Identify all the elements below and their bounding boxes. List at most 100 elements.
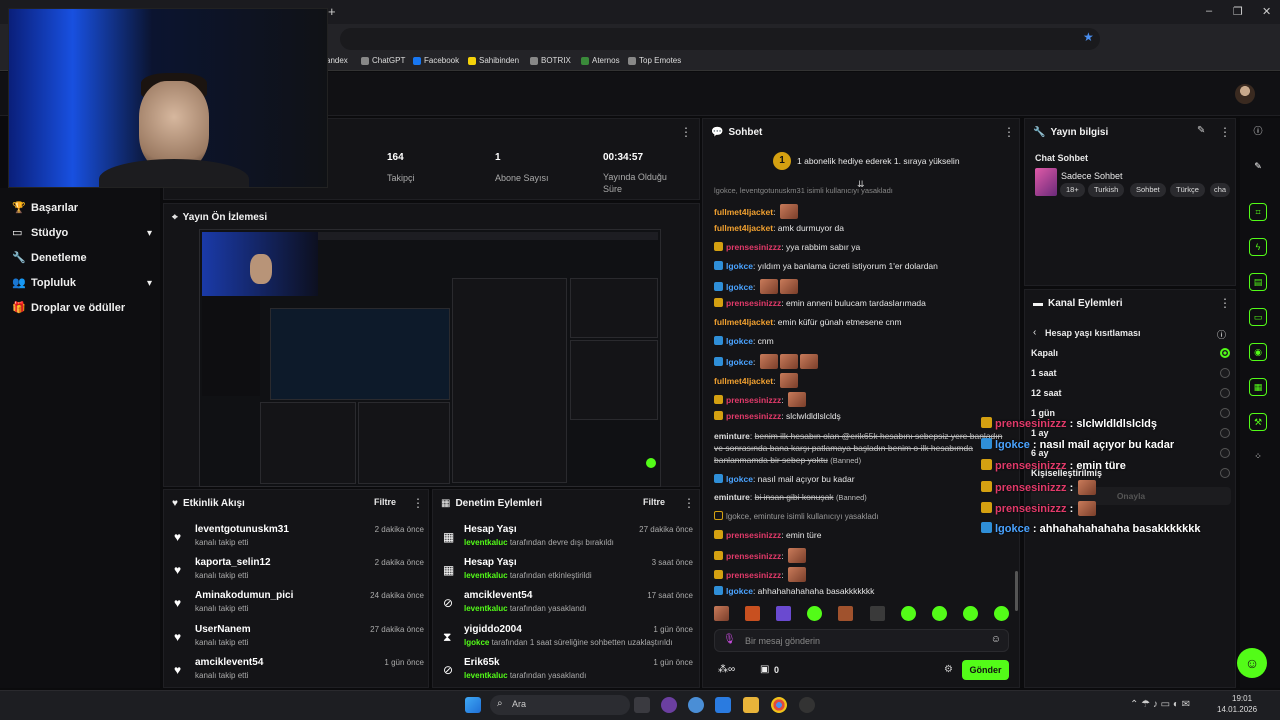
more-options-icon[interactable]: ⋮ xyxy=(412,496,424,510)
crown-badge-icon xyxy=(981,459,992,470)
chrome-icon[interactable] xyxy=(771,697,787,713)
emote-picker-row xyxy=(714,606,1009,624)
sidebar-item-studio[interactable]: ▭ Stüdyo ▾ xyxy=(12,227,152,239)
store-icon[interactable] xyxy=(715,697,731,713)
option-label[interactable]: 1 saat xyxy=(1031,368,1057,378)
radio-selected[interactable] xyxy=(1220,348,1230,358)
bookmark[interactable]: ChatGPT xyxy=(361,56,405,65)
close-window-button[interactable]: ✕ xyxy=(1262,5,1271,18)
settings-icon[interactable] xyxy=(688,697,704,713)
radio[interactable] xyxy=(1220,448,1230,458)
windows-start-icon[interactable] xyxy=(465,697,481,713)
emote-button[interactable] xyxy=(900,606,916,621)
emote xyxy=(1078,480,1097,495)
minimize-button[interactable]: – xyxy=(1206,5,1212,17)
option-label[interactable]: Kapalı xyxy=(1031,348,1058,358)
gift-icon[interactable]: ▣ xyxy=(760,664,769,675)
chat-bubble-icon[interactable]: ▭ xyxy=(1249,308,1267,326)
wrench-icon[interactable]: ⚒ xyxy=(1249,413,1267,431)
bookmark[interactable]: BOTRIX xyxy=(530,56,571,65)
radio[interactable] xyxy=(1220,408,1230,418)
more-options-icon[interactable]: ⋮ xyxy=(1219,125,1231,139)
more-options-icon[interactable]: ⋮ xyxy=(1003,125,1015,139)
nodes-icon[interactable]: ⁘ xyxy=(1249,448,1267,466)
tag-chip[interactable]: Turkish xyxy=(1088,183,1125,197)
bookmark[interactable]: Aternos xyxy=(581,56,620,65)
category-name[interactable]: Chat Sohbet xyxy=(1035,153,1088,163)
tag-chip[interactable]: 18+ xyxy=(1060,183,1085,197)
moderator-badge-icon xyxy=(981,438,992,449)
settings-gear-icon[interactable]: ⚙ xyxy=(944,664,953,675)
hourglass-icon: ⧗ xyxy=(443,630,452,644)
option-label[interactable]: 12 saat xyxy=(1031,388,1062,398)
star-icon[interactable]: ★ xyxy=(1083,30,1094,44)
emote xyxy=(779,354,798,369)
chat-message: prensesinizzz: xyxy=(714,567,807,582)
taskbar-search[interactable]: ⌕ Ara xyxy=(490,695,630,715)
back-chevron-icon[interactable]: ‹ xyxy=(1033,327,1036,338)
tag-chip[interactable]: cha xyxy=(1210,183,1230,197)
tag-chip[interactable]: Türkçe xyxy=(1170,183,1205,197)
address-bar[interactable] xyxy=(340,28,1100,50)
list-item: ▦ Hesap Yaşı leventkaluc tarafından etkinl… xyxy=(443,557,693,580)
emote-button[interactable] xyxy=(931,606,947,621)
edit-pencil-icon[interactable]: ✎ xyxy=(1249,158,1267,176)
heart-icon: ♥ xyxy=(172,498,178,509)
task-view-icon[interactable] xyxy=(634,697,650,713)
stream-preview-video[interactable] xyxy=(199,229,661,487)
edit-pencil-icon[interactable]: ✎ xyxy=(1197,125,1205,136)
radio[interactable] xyxy=(1220,428,1230,438)
document-icon[interactable]: ▤ xyxy=(1249,273,1267,291)
send-button[interactable]: Gönder xyxy=(962,660,1009,680)
maximize-button[interactable]: ❐ xyxy=(1233,5,1243,18)
radio[interactable] xyxy=(1220,388,1230,398)
user-avatar[interactable] xyxy=(1235,84,1255,104)
more-options-icon[interactable]: ⋮ xyxy=(680,125,692,139)
broadcast-icon[interactable]: ◉ xyxy=(1249,343,1267,361)
info-icon[interactable]: ⓘ xyxy=(1217,328,1226,341)
tag-chip[interactable]: Sohbet xyxy=(1130,183,1166,197)
filter-button[interactable]: Filtre xyxy=(643,497,665,507)
more-options-icon[interactable]: ⋮ xyxy=(683,496,695,510)
chat-scrollbar[interactable] xyxy=(1015,571,1018,611)
filter-button[interactable]: Filtre xyxy=(374,497,396,507)
crop-icon[interactable]: ⌗ xyxy=(1249,203,1267,221)
lightning-icon[interactable]: ϟ xyxy=(1249,238,1267,256)
app-icon[interactable] xyxy=(661,697,677,713)
emote-button[interactable] xyxy=(745,606,761,621)
emote xyxy=(788,392,807,407)
sidebar-item-community[interactable]: 👥 Topluluk ▾ xyxy=(12,277,152,289)
chat-input[interactable]: 🎙 Bir mesaj gönderin ☺ xyxy=(714,629,1009,652)
emote-button[interactable] xyxy=(838,606,854,621)
tray-icons[interactable]: ⌃ ☂ ♪ ▭ ◐ ✉ xyxy=(1130,699,1190,710)
bookmark[interactable]: andex xyxy=(326,56,348,65)
help-chat-icon[interactable]: ☺ xyxy=(1237,648,1267,678)
info-icon[interactable]: ⓘ xyxy=(1249,123,1267,141)
channel-points-icon[interactable]: ⁂∞ xyxy=(718,664,735,675)
sidebar-item-achievements[interactable]: 🏆 Başarılar xyxy=(12,202,152,214)
crown-badge-icon xyxy=(981,417,992,428)
microphone-icon[interactable]: 🎙 xyxy=(723,634,736,645)
radio[interactable] xyxy=(1220,368,1230,378)
emote-button[interactable] xyxy=(776,606,792,621)
emoji-icon[interactable]: ☺ xyxy=(991,634,1001,645)
bookmark[interactable]: Top Emotes xyxy=(628,56,681,65)
more-options-icon[interactable]: ⋮ xyxy=(1219,296,1231,310)
bookmark[interactable]: Facebook xyxy=(413,56,459,65)
emote-button[interactable] xyxy=(869,606,885,621)
new-tab-button[interactable]: + xyxy=(328,4,336,19)
pinned-gift-banner[interactable]: 1 1 abonelik hediye ederek 1. sıraya yük… xyxy=(773,151,960,171)
clock-time: 19:01 xyxy=(1232,694,1253,703)
emote-button[interactable] xyxy=(807,606,823,621)
layout-icon[interactable]: ▦ xyxy=(1249,378,1267,396)
bookmark[interactable]: Sahibinden xyxy=(468,56,519,65)
radio[interactable] xyxy=(1220,468,1230,478)
app-icon[interactable] xyxy=(799,697,815,713)
category-thumbnail[interactable] xyxy=(1035,168,1057,196)
file-explorer-icon[interactable] xyxy=(743,697,759,713)
emote-button[interactable] xyxy=(962,606,978,621)
emote-button[interactable] xyxy=(993,606,1009,621)
sidebar-item-drops[interactable]: 🎁 Droplar ve ödüller xyxy=(12,302,152,314)
sidebar-item-moderation[interactable]: 🔧 Denetleme xyxy=(12,252,152,264)
emote-button[interactable] xyxy=(714,606,729,621)
